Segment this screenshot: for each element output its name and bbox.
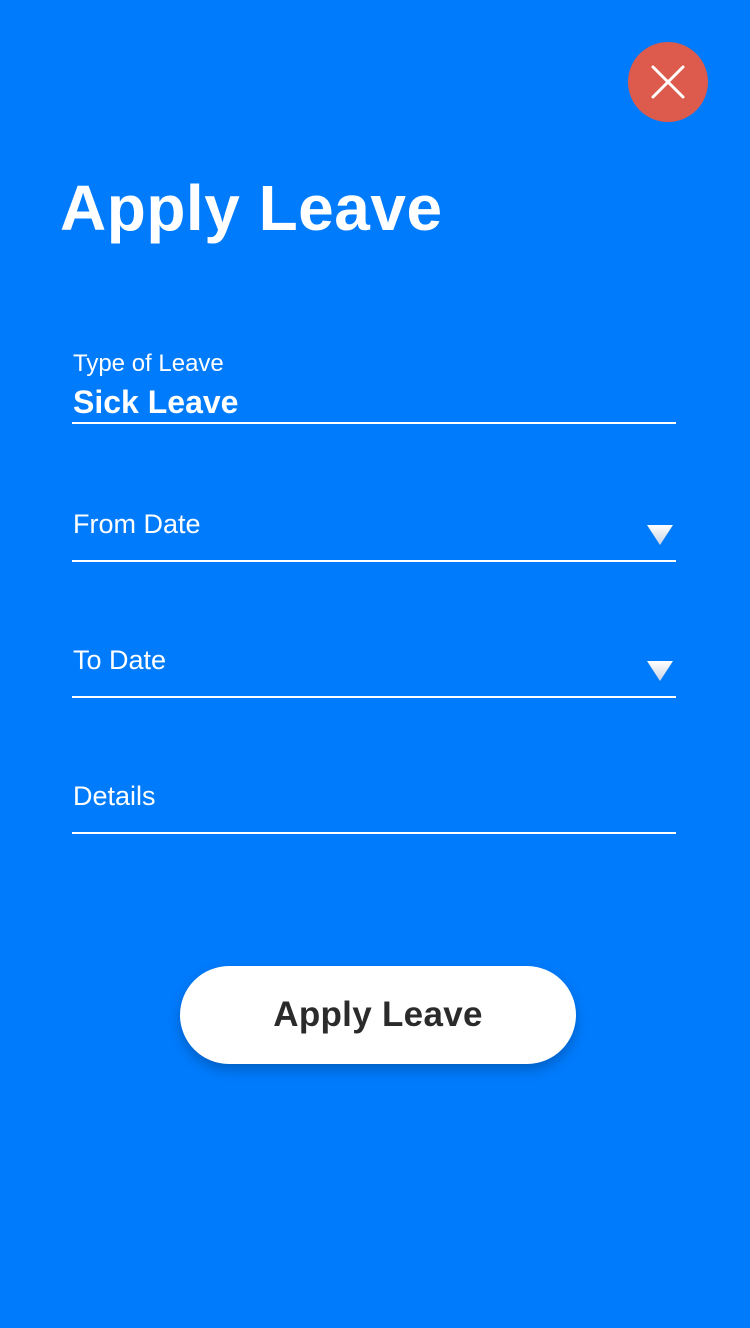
close-button[interactable] (628, 42, 708, 122)
apply-leave-button-label: Apply Leave (273, 995, 483, 1034)
leave-type-value: Sick Leave (73, 384, 239, 420)
apply-leave-button[interactable]: Apply Leave (180, 966, 576, 1064)
to-date-field[interactable]: To Date (72, 636, 676, 698)
page-title: Apply Leave (60, 172, 443, 244)
close-icon (651, 65, 685, 99)
from-date-placeholder: From Date (73, 509, 201, 539)
details-field[interactable]: Details (72, 772, 676, 834)
from-date-field[interactable]: From Date (72, 500, 676, 562)
to-date-placeholder: To Date (73, 645, 167, 675)
chevron-down-icon[interactable] (646, 660, 674, 682)
chevron-down-icon[interactable] (646, 524, 674, 546)
leave-type-label: Type of Leave (73, 350, 224, 377)
details-placeholder: Details (73, 781, 156, 811)
leave-type-field[interactable]: Type of Leave Sick Leave (72, 340, 676, 424)
